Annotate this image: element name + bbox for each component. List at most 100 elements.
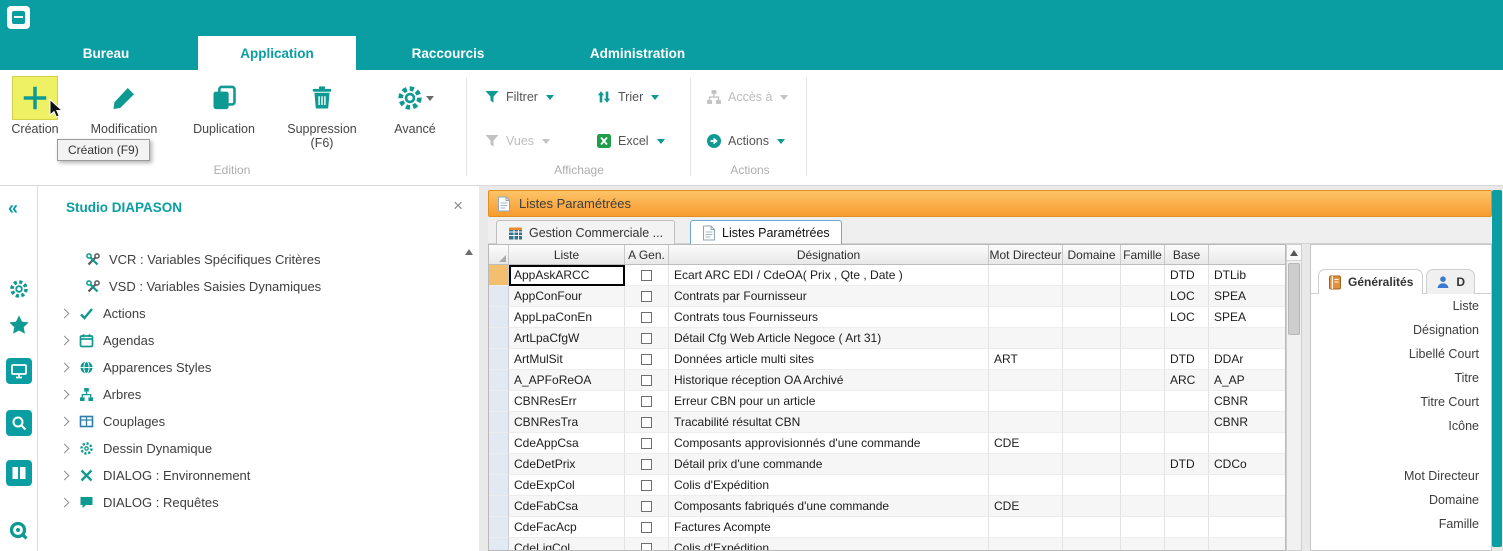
cell-a-gen[interactable] bbox=[625, 307, 669, 328]
acces-a-button[interactable]: Accès à bbox=[706, 86, 788, 108]
cell-liste[interactable]: AppConFour bbox=[509, 286, 625, 307]
row-selector[interactable] bbox=[489, 391, 509, 412]
checkbox-icon[interactable] bbox=[641, 417, 652, 428]
cell-famille[interactable] bbox=[1121, 349, 1165, 370]
row-selector[interactable] bbox=[489, 475, 509, 496]
cell-extra[interactable]: DTLib bbox=[1209, 265, 1286, 286]
row-selector[interactable] bbox=[489, 349, 509, 370]
cell-mot-directeur[interactable] bbox=[989, 370, 1063, 391]
cell-base[interactable] bbox=[1165, 517, 1209, 538]
cell-designation[interactable]: Contrats par Fournisseur bbox=[669, 286, 989, 307]
cell-liste[interactable]: CdeFacAcp bbox=[509, 517, 625, 538]
column-header-designation[interactable]: Désignation bbox=[669, 245, 989, 264]
cell-extra[interactable] bbox=[1209, 433, 1286, 454]
table-row[interactable]: AppConFourContrats par FournisseurLOCSPE… bbox=[489, 286, 1285, 307]
tree-item[interactable]: Arbres bbox=[38, 381, 463, 408]
table-row[interactable]: ArtLpaCfgWDétail Cfg Web Article Negoce … bbox=[489, 328, 1285, 349]
rail-search-icon[interactable] bbox=[6, 410, 32, 436]
cell-famille[interactable] bbox=[1121, 265, 1165, 286]
cell-designation[interactable]: Colis d'Expédition bbox=[669, 538, 989, 551]
checkbox-icon[interactable] bbox=[641, 312, 652, 323]
select-all-corner[interactable] bbox=[489, 245, 509, 264]
cell-famille[interactable] bbox=[1121, 496, 1165, 517]
cell-a-gen[interactable] bbox=[625, 496, 669, 517]
cell-a-gen[interactable] bbox=[625, 265, 669, 286]
tab-administration[interactable]: Administration bbox=[570, 36, 705, 70]
rail-query-icon[interactable] bbox=[6, 518, 32, 544]
table-row[interactable]: CdeExpColColis d'Expédition bbox=[489, 475, 1285, 496]
cell-famille[interactable] bbox=[1121, 286, 1165, 307]
cell-designation[interactable]: Composants fabriqués d'une commande bbox=[669, 496, 989, 517]
close-panel-button[interactable]: × bbox=[453, 196, 463, 216]
rail-star-icon[interactable] bbox=[6, 312, 32, 338]
column-header-famille[interactable]: Famille bbox=[1121, 245, 1165, 264]
table-row[interactable]: ArtMulSitDonnées article multi sitesARTD… bbox=[489, 349, 1285, 370]
cell-designation[interactable]: Ecart ARC EDI / CdeOA( Prix , Qte , Date… bbox=[669, 265, 989, 286]
checkbox-icon[interactable] bbox=[641, 522, 652, 533]
cell-mot-directeur[interactable] bbox=[989, 391, 1063, 412]
tab-gestion-commerciale[interactable]: Gestion Commerciale ... bbox=[496, 220, 675, 245]
cell-mot-directeur[interactable] bbox=[989, 538, 1063, 551]
table-row[interactable]: AppAskARCCEcart ARC EDI / CdeOA( Prix , … bbox=[489, 265, 1285, 286]
tab-application[interactable]: Application bbox=[198, 36, 356, 70]
tree-item[interactable]: Dessin Dynamique bbox=[38, 435, 463, 462]
checkbox-icon[interactable] bbox=[641, 480, 652, 491]
cell-mot-directeur[interactable] bbox=[989, 454, 1063, 475]
table-row[interactable]: AppLpaConEnContrats tous FournisseursLOC… bbox=[489, 307, 1285, 328]
cell-a-gen[interactable] bbox=[625, 370, 669, 391]
cell-a-gen[interactable] bbox=[625, 433, 669, 454]
cell-liste[interactable]: CBNResTra bbox=[509, 412, 625, 433]
cell-liste[interactable]: A_APFoReOA bbox=[509, 370, 625, 391]
expand-chevron-icon[interactable] bbox=[60, 390, 70, 400]
tree-item[interactable]: DIALOG : Environnement bbox=[38, 462, 463, 489]
cell-base[interactable] bbox=[1165, 328, 1209, 349]
cell-base[interactable] bbox=[1165, 412, 1209, 433]
row-selector[interactable] bbox=[489, 370, 509, 391]
cell-domaine[interactable] bbox=[1063, 538, 1121, 551]
cell-a-gen[interactable] bbox=[625, 538, 669, 551]
cell-famille[interactable] bbox=[1121, 328, 1165, 349]
cell-famille[interactable] bbox=[1121, 412, 1165, 433]
cell-base[interactable]: LOC bbox=[1165, 307, 1209, 328]
row-selector[interactable] bbox=[489, 328, 509, 349]
table-row[interactable]: CdeDetPrixDétail prix d'une commandeDTDC… bbox=[489, 454, 1285, 475]
scroll-up-icon[interactable] bbox=[1287, 245, 1301, 261]
cell-famille[interactable] bbox=[1121, 538, 1165, 551]
row-selector[interactable] bbox=[489, 496, 509, 517]
table-row[interactable]: CdeFacAcpFactures Acompte bbox=[489, 517, 1285, 538]
table-scrollbar[interactable] bbox=[1286, 244, 1302, 551]
cell-famille[interactable] bbox=[1121, 433, 1165, 454]
expand-chevron-icon[interactable] bbox=[60, 444, 70, 454]
cell-a-gen[interactable] bbox=[625, 412, 669, 433]
cell-famille[interactable] bbox=[1121, 307, 1165, 328]
tree-item[interactable]: Actions bbox=[38, 300, 463, 327]
cell-base[interactable] bbox=[1165, 391, 1209, 412]
cell-base[interactable] bbox=[1165, 475, 1209, 496]
row-selector[interactable] bbox=[489, 307, 509, 328]
tab-raccourcis[interactable]: Raccourcis bbox=[402, 36, 494, 70]
checkbox-icon[interactable] bbox=[641, 375, 652, 386]
app-logo-icon[interactable] bbox=[7, 6, 30, 29]
cell-extra[interactable]: CBNR bbox=[1209, 391, 1286, 412]
cell-designation[interactable]: Historique réception OA Archivé bbox=[669, 370, 989, 391]
cell-domaine[interactable] bbox=[1063, 370, 1121, 391]
cell-liste[interactable]: ArtLpaCfgW bbox=[509, 328, 625, 349]
tree-item[interactable]: DIALOG : Requêtes bbox=[38, 489, 463, 516]
cell-liste[interactable]: CdeFabCsa bbox=[509, 496, 625, 517]
cell-a-gen[interactable] bbox=[625, 286, 669, 307]
table-row[interactable]: CBNResErrErreur CBN pour un articleCBNR bbox=[489, 391, 1285, 412]
row-selector[interactable] bbox=[489, 412, 509, 433]
cell-base[interactable] bbox=[1165, 496, 1209, 517]
expand-chevron-icon[interactable] bbox=[60, 498, 70, 508]
cell-domaine[interactable] bbox=[1063, 433, 1121, 454]
cell-domaine[interactable] bbox=[1063, 328, 1121, 349]
column-header-a-gen[interactable]: A Gen. bbox=[625, 245, 669, 264]
duplication-button[interactable]: Duplication bbox=[180, 76, 268, 136]
cell-liste[interactable]: CdeDetPrix bbox=[509, 454, 625, 475]
cell-extra[interactable]: CDCo bbox=[1209, 454, 1286, 475]
checkbox-icon[interactable] bbox=[641, 333, 652, 344]
cell-extra[interactable] bbox=[1209, 496, 1286, 517]
row-selector[interactable] bbox=[489, 433, 509, 454]
expand-chevron-icon[interactable] bbox=[60, 363, 70, 373]
cell-liste[interactable]: CdeLigCol bbox=[509, 538, 625, 551]
